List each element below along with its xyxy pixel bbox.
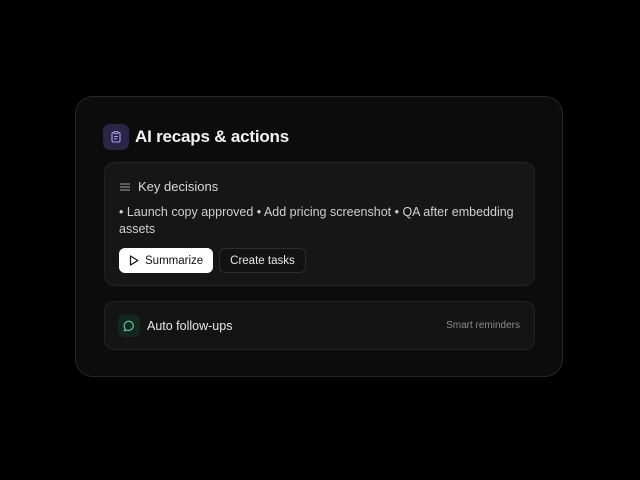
chat-bubble-icon (118, 314, 140, 337)
row-title: Auto follow-ups (147, 318, 233, 333)
auto-follow-ups-row[interactable]: Auto follow-ups Smart reminders (104, 301, 535, 350)
play-icon (129, 255, 139, 266)
panel-actions: Summarize Create tasks (119, 248, 306, 273)
panel-title: Key decisions (138, 179, 219, 194)
clipboard-icon (103, 124, 129, 150)
list-icon (119, 181, 131, 193)
card-header: AI recaps & actions (103, 124, 289, 150)
decisions-text: • Launch copy approved • Add pricing scr… (119, 205, 514, 236)
ai-recaps-card: AI recaps & actions Key decisions • Laun… (75, 96, 563, 377)
key-decisions-panel: Key decisions • Launch copy approved • A… (104, 162, 535, 286)
panel-header: Key decisions (119, 179, 218, 194)
create-tasks-button[interactable]: Create tasks (219, 248, 306, 273)
card-title: AI recaps & actions (135, 127, 289, 146)
row-meta: Smart reminders (446, 320, 520, 331)
summarize-button[interactable]: Summarize (119, 248, 214, 273)
summarize-label: Summarize (145, 254, 204, 267)
